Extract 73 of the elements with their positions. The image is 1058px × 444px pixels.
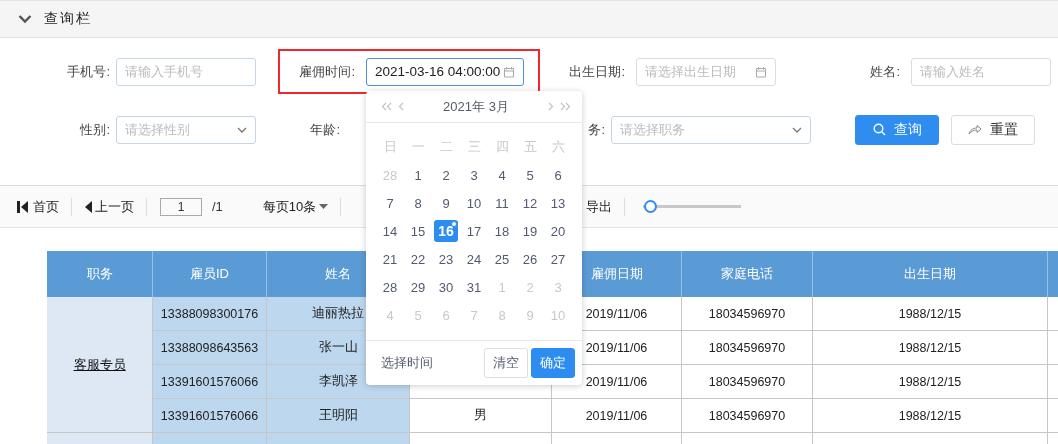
calendar-day[interactable]: 26 [518, 248, 542, 270]
first-page-button[interactable]: 首页 [16, 197, 59, 216]
date-field[interactable]: 2021-03-16 04:00:00 [366, 57, 524, 86]
field-label: 雇佣时间: [298, 62, 355, 81]
table-cell: 男 [410, 399, 552, 433]
field-label: 年龄: [309, 120, 340, 139]
job-link[interactable]: 客服专员 [73, 355, 126, 374]
calendar-day[interactable]: 2 [434, 164, 458, 186]
calendar-day[interactable]: 13 [546, 192, 570, 214]
calendar-day[interactable]: 9 [434, 192, 458, 214]
calendar-day[interactable]: 20 [546, 220, 570, 242]
placeholder-text: 请选择性别 [125, 120, 190, 139]
reset-button[interactable]: 重置 [951, 114, 1035, 145]
placeholder-text: 请输入手机号 [125, 62, 203, 81]
table-cell: 13391601576066 [153, 365, 267, 399]
field-value: 2021-03-16 04:00:00 [375, 64, 501, 79]
column-header: 家庭电话 [682, 251, 813, 297]
field-label: 性别: [79, 120, 110, 139]
table-cell: 1988/12/15 [813, 365, 1048, 399]
table-cell: 18034596970 [682, 399, 813, 433]
calendar-day[interactable]: 24 [462, 248, 486, 270]
placeholder-text: 请选择出生日期 [645, 62, 736, 81]
table-cell: 王明阳 [267, 399, 410, 433]
calendar-day[interactable]: 28 [378, 276, 402, 298]
page-size-dropdown[interactable]: 每页10条 [262, 197, 329, 216]
clear-button[interactable]: 清空 [484, 348, 528, 378]
calendar-day[interactable]: 21 [378, 248, 402, 270]
weekday-label: 六 [550, 138, 566, 156]
field-label: 姓名: [869, 62, 900, 81]
column-header: 雇员ID [153, 251, 267, 297]
column-header: 出生日期 [813, 251, 1048, 297]
calendar-day[interactable]: 31 [462, 276, 486, 298]
month-title: 2021年 3月 [442, 97, 510, 116]
export-button[interactable]: 导出 [586, 197, 613, 216]
table-cell: 13388098300176 [153, 297, 267, 331]
weekday-label: 五 [522, 138, 538, 156]
calendar-day[interactable]: 15 [406, 220, 430, 242]
calendar-day[interactable]: 17 [462, 220, 486, 242]
panel-title: 查询栏 [44, 10, 92, 28]
placeholder-text: 请输入姓名 [920, 62, 985, 81]
column-header: 职务 [47, 251, 153, 297]
table-cell: 1988/12/15 [813, 399, 1048, 433]
table-cell: 18034596970 [682, 331, 813, 365]
calendar-day[interactable]: 6 [546, 164, 570, 186]
table-cell: 18034596970 [682, 365, 813, 399]
calendar-day[interactable]: 5 [518, 164, 542, 186]
placeholder-text: 请选择职务 [620, 120, 685, 139]
calendar-day[interactable]: 11 [490, 192, 514, 214]
calendar-day[interactable]: 18 [490, 220, 514, 242]
table-cell: 13388098643563 [153, 331, 267, 365]
calendar-day[interactable]: 30 [434, 276, 458, 298]
table-cell: 2019/11/06 [552, 399, 682, 433]
calendar-day[interactable]: 7 [378, 192, 402, 214]
field-label: 手机号: [66, 62, 110, 81]
table-cell: 1988/12/15 [813, 297, 1048, 331]
calendar-day[interactable]: 3 [462, 164, 486, 186]
page-input[interactable]: 1 [160, 197, 202, 216]
previous-page-button[interactable]: 上一页 [84, 197, 134, 216]
calendar-day[interactable]: 23 [434, 248, 458, 270]
calendar-day[interactable]: 14 [378, 220, 402, 242]
field-label: 务: [587, 120, 605, 139]
calendar-day[interactable]: 12 [518, 192, 542, 214]
page-total: /1 [212, 199, 223, 214]
table-cell: 13391601576066 [153, 399, 267, 433]
calendar-day[interactable]: 19 [518, 220, 542, 242]
calendar-day[interactable]: 10 [462, 192, 486, 214]
field-label: 出生日期: [568, 62, 625, 81]
table-cell: 18034596970 [682, 297, 813, 331]
calendar-day[interactable]: 4 [490, 164, 514, 186]
table-cell: 1988/12/15 [813, 331, 1048, 365]
calendar-day[interactable]: 8 [406, 192, 430, 214]
calendar-day[interactable]: 25 [490, 248, 514, 270]
calendar-day[interactable]: 1 [406, 164, 430, 186]
